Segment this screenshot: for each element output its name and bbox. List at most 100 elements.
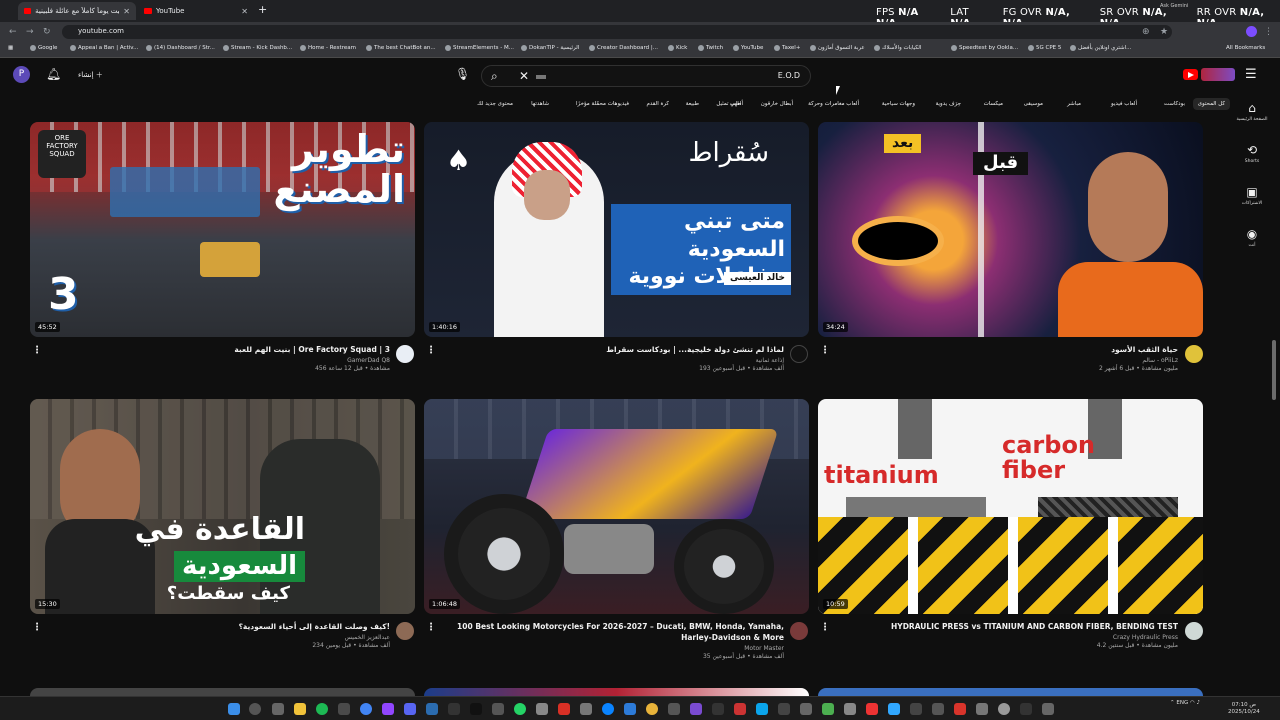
clock[interactable]: 07:10 ص 2025/10/24 [1228, 702, 1260, 716]
rail-shorts[interactable]: ⟲ Shorts [1234, 143, 1270, 164]
bookmark-item[interactable]: Kick [668, 45, 687, 51]
bookmark-item[interactable]: Speedtest by Ookla... [951, 45, 1018, 51]
bookmark-item[interactable]: StreamElements - M... [445, 45, 514, 51]
edge-icon[interactable] [602, 703, 614, 715]
app-icon[interactable] [954, 703, 966, 715]
close-tab-icon[interactable]: ✕ [241, 7, 248, 16]
app-icon[interactable] [910, 703, 922, 715]
obs-icon[interactable] [998, 703, 1010, 715]
chip[interactable]: مباشر [1062, 98, 1086, 110]
app-icon[interactable] [624, 703, 636, 715]
chip[interactable]: شاهدتها [526, 98, 554, 110]
chip[interactable]: ميكسات [979, 98, 1008, 110]
app-icon[interactable] [646, 703, 658, 715]
video-thumbnail[interactable]: titanium carbon fiber 10:59 [818, 399, 1203, 614]
bookmark-item[interactable]: The best ChatBot an... [366, 45, 436, 51]
bookmark-item[interactable]: Google [30, 45, 57, 51]
app-icon[interactable] [976, 703, 988, 715]
channel-avatar[interactable] [396, 345, 414, 363]
volume-icon[interactable]: ♪ [1197, 700, 1201, 706]
page-scrollbar[interactable] [1272, 340, 1276, 400]
chrome-icon[interactable] [360, 703, 372, 715]
channel-avatar[interactable] [1185, 622, 1203, 640]
photoshop-icon[interactable] [888, 703, 900, 715]
minecraft-icon[interactable] [822, 703, 834, 715]
chip[interactable]: محتوى جديد لك [472, 98, 518, 110]
bookmark-item[interactable]: 5G CPE 5 [1028, 45, 1061, 51]
notifications-bell-icon[interactable]: 🔔︎ [46, 67, 61, 81]
youtube-logo-icon[interactable] [1183, 69, 1198, 80]
channel-avatar[interactable] [1185, 345, 1203, 363]
video-title[interactable]: HYDRAULIC PRESS vs TITANIUM AND CARBON F… [860, 621, 1178, 632]
all-bookmarks[interactable]: All Bookmarks [1226, 45, 1265, 51]
channel-name[interactable]: عبدالعزيز الخميس [150, 634, 390, 641]
new-tab-button[interactable]: + [258, 3, 267, 16]
rail-subscriptions[interactable]: ▣ الاشتراكات [1234, 185, 1270, 206]
bookmark-item[interactable]: الكيابات والأسلاك [874, 45, 921, 51]
chip[interactable]: ألعاب مغامرات وحركة [803, 98, 864, 110]
channel-name[interactable]: إذاعة ثمانية [520, 357, 784, 364]
rail-home[interactable]: ⌂ الصفحة الرئيسية [1234, 101, 1270, 122]
chip[interactable]: فيديوهات محمّلة مؤخرًا [571, 98, 634, 110]
chrome-menu-icon[interactable]: ⋮ [1264, 27, 1273, 37]
channel-name[interactable]: Motor Master [440, 645, 784, 652]
video-title[interactable]: كيف وصلت القاعدة إلى أحياء السعودية؟! [150, 621, 390, 632]
start-icon[interactable] [228, 703, 240, 715]
chip[interactable]: وجهات سياحية [877, 98, 920, 110]
chip[interactable]: موسيقى [1019, 98, 1048, 110]
account-avatar[interactable]: P [13, 66, 30, 83]
app-icon[interactable] [1042, 703, 1054, 715]
app-icon[interactable] [668, 703, 680, 715]
app-icon[interactable] [932, 703, 944, 715]
voice-search-icon[interactable]: 🎙︎ [455, 67, 470, 81]
app-icon[interactable] [1020, 703, 1032, 715]
bookmark-item[interactable]: Creator Dashboard |... [589, 45, 658, 51]
app-icon[interactable] [844, 703, 856, 715]
app-icon[interactable] [448, 703, 460, 715]
app-icon[interactable] [734, 703, 746, 715]
more-actions-icon[interactable]: ⋮ [32, 345, 42, 356]
language-indicator[interactable]: ENG [1176, 700, 1188, 706]
chip[interactable]: كرة القدم [641, 98, 674, 110]
video-thumbnail[interactable]: بعد قبل 34:24 [818, 122, 1203, 337]
close-tab-icon[interactable]: ✕ [123, 7, 130, 16]
search-taskbar-icon[interactable] [249, 703, 261, 715]
app-icon[interactable] [866, 703, 878, 715]
bookmark-item[interactable]: YouTube [733, 45, 763, 51]
wifi-icon[interactable]: ◠ [1190, 700, 1195, 706]
bookmark-item[interactable]: Appeal a Ban | Activ... [70, 45, 138, 51]
bookmark-item[interactable]: عربة التسوق أمازون [810, 45, 865, 51]
chip[interactable]: حِرَف يدوية [931, 98, 966, 110]
channel-name[interactable]: Crazy Hydraulic Press [860, 634, 1178, 641]
chip-all[interactable]: كل المحتوى [1192, 98, 1230, 110]
profile-avatar-icon[interactable] [1246, 26, 1257, 37]
search-input[interactable]: E.O.D [778, 71, 800, 80]
video-thumbnail[interactable] [818, 688, 1203, 696]
app-icon[interactable] [690, 703, 702, 715]
bookmark-item[interactable]: Taxel+ [774, 45, 800, 51]
more-actions-icon[interactable]: ⋮ [820, 345, 830, 356]
video-title[interactable]: 100 Best Looking Motorcycles For 2026-20… [440, 621, 784, 643]
task-view-icon[interactable] [272, 703, 284, 715]
tiktok-icon[interactable] [470, 703, 482, 715]
system-tray[interactable]: ⌃ ENG ◠ ♪ [1170, 700, 1200, 706]
chip[interactable]: بودكاست [1159, 98, 1190, 110]
browser-tab[interactable]: قضيت يوماً كاملاً مع عائلة فلبينية ✕ [18, 2, 136, 20]
chip[interactable]: أبطال خارقون [756, 98, 798, 110]
video-thumbnail[interactable]: ♠ سُقراط متى تبني السعودية مفاعلات نووية… [424, 122, 809, 337]
guide-menu-icon[interactable]: ☰ [1245, 67, 1257, 82]
bookmark-item[interactable]: Home - Restream [300, 45, 356, 51]
bookmark-item[interactable]: (14) Dashboard / Str... [146, 45, 215, 51]
apps-icon[interactable]: ▦ [8, 45, 13, 51]
channel-name[interactable]: سالم - oPiiLz [1000, 357, 1178, 364]
whatsapp-icon[interactable] [514, 703, 526, 715]
steam-icon[interactable] [426, 703, 438, 715]
bookmark-item[interactable]: DokanTIP - الرئيسية [521, 45, 579, 51]
create-button[interactable]: إنشاء ＋ [78, 70, 103, 80]
more-actions-icon[interactable]: ⋮ [426, 622, 436, 633]
ask-gemini-label[interactable]: Ask Gemini [1160, 3, 1188, 9]
forward-icon[interactable]: → [26, 27, 34, 37]
acrobat-icon[interactable] [558, 703, 570, 715]
more-actions-icon[interactable]: ⋮ [426, 345, 436, 356]
discord-icon[interactable] [404, 703, 416, 715]
